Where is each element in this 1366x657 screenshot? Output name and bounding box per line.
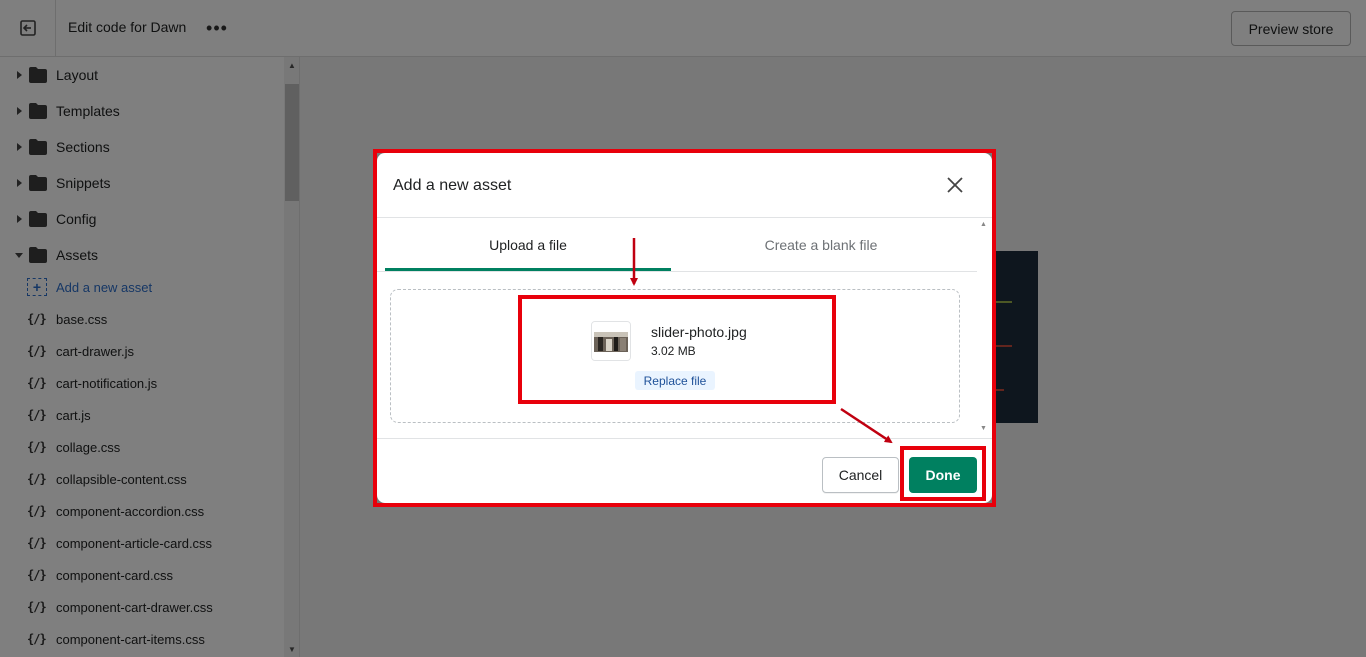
done-button-highlight-box — [900, 446, 986, 501]
uploaded-file-highlight-box — [518, 295, 836, 404]
